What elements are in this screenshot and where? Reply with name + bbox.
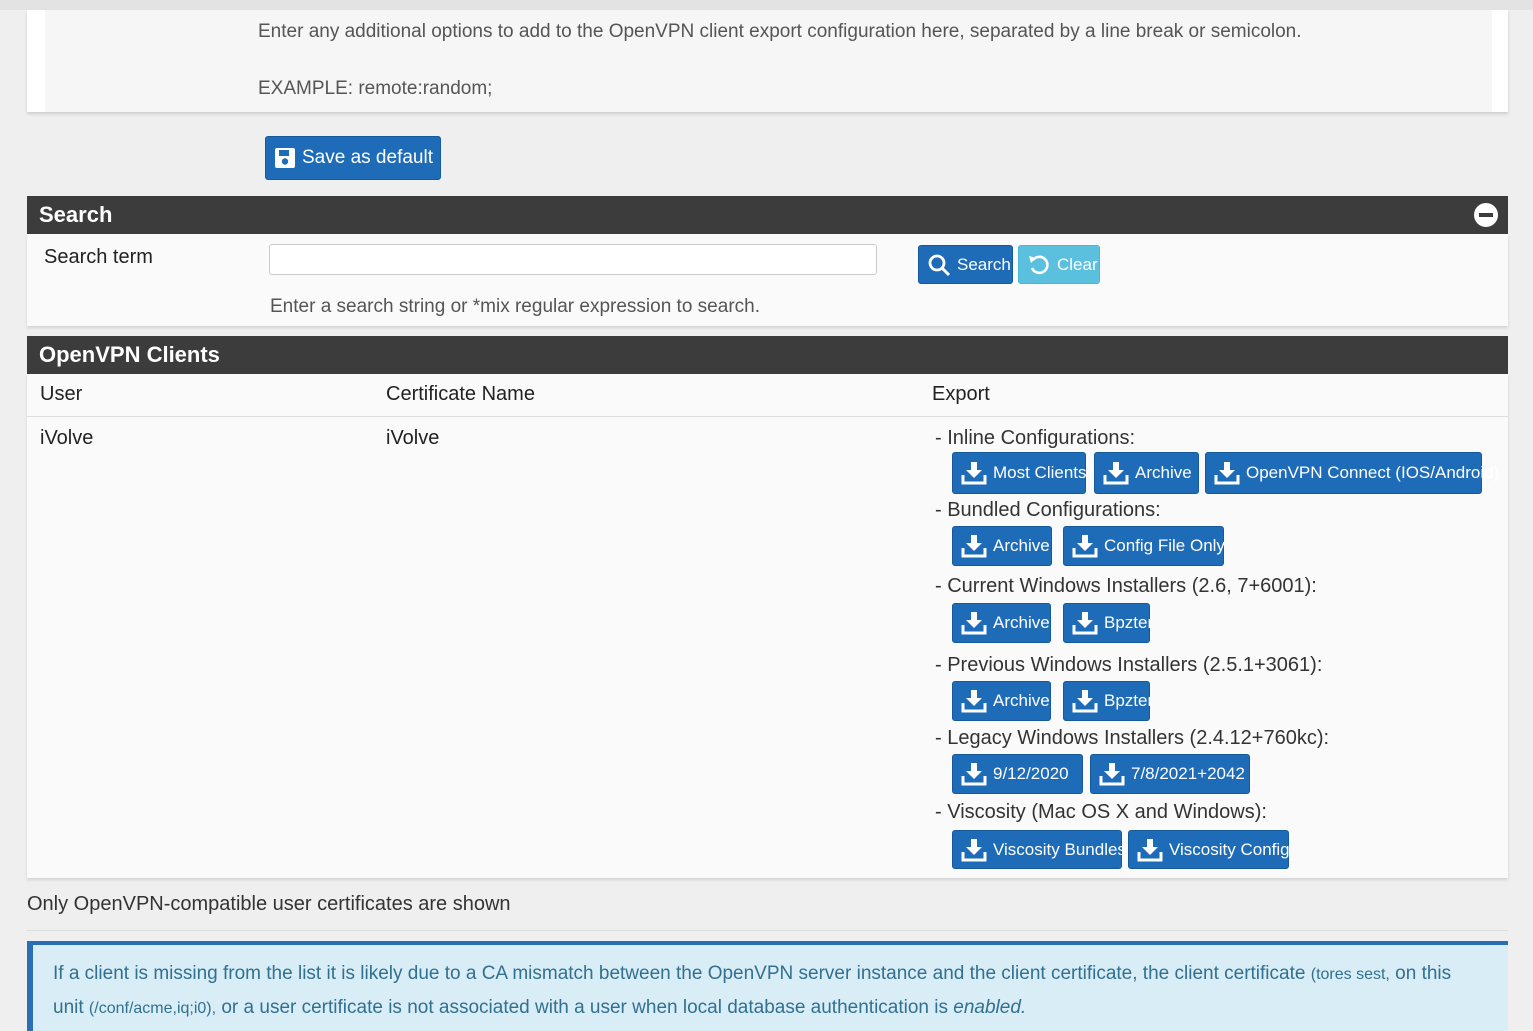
inline-most-clients-button[interactable]: Most Clients bbox=[952, 452, 1087, 494]
download-icon bbox=[961, 763, 987, 786]
search-section-header: Search bbox=[27, 196, 1508, 234]
clear-button[interactable]: Clear bbox=[1018, 245, 1100, 284]
search-term-label: Search term bbox=[44, 246, 153, 268]
download-icon bbox=[961, 612, 987, 635]
current-windows-installer-button[interactable]: Bpzter bbox=[1063, 603, 1154, 643]
group-legacy-windows-label: - Legacy Windows Installers (2.4.12+760k… bbox=[935, 727, 1330, 749]
advanced-help-line2: EXAMPLE: remote:random; bbox=[258, 78, 493, 99]
current-windows-installer-label: Bpzter bbox=[1104, 613, 1154, 632]
save-default-button[interactable]: Save as default bbox=[265, 136, 441, 180]
clients-section-title: OpenVPN Clients bbox=[39, 342, 220, 367]
footnote-divider bbox=[27, 930, 1508, 931]
download-icon bbox=[1072, 690, 1098, 713]
info-alert: If a client is missing from the list it … bbox=[27, 941, 1508, 1031]
search-button[interactable]: Search bbox=[918, 245, 1013, 284]
inline-openvpn-connect-button[interactable]: OpenVPN Connect (IOS/Android) bbox=[1205, 452, 1499, 494]
alert-text-4: or a user certificate is not associated … bbox=[221, 997, 948, 1018]
group-inline-label: - Inline Configurations: bbox=[935, 427, 1136, 449]
viscosity-config-label: Viscosity Config bbox=[1169, 839, 1290, 859]
row-user: iVolve bbox=[40, 427, 94, 449]
alert-text-2: on this bbox=[1395, 963, 1452, 984]
column-header-export: Export bbox=[932, 383, 990, 405]
alert-text-3: unit bbox=[53, 997, 84, 1018]
previous-windows-archive-button[interactable]: Archive bbox=[952, 681, 1051, 721]
download-icon bbox=[961, 690, 987, 713]
footnote-text: Only OpenVPN-compatible user certificate… bbox=[27, 893, 511, 915]
download-icon bbox=[1072, 612, 1098, 635]
legacy-windows-2021-button[interactable]: 7/8/2021+2042 bbox=[1090, 754, 1250, 794]
column-header-user: User bbox=[40, 383, 83, 405]
viscosity-bundles-label: Viscosity Bundles bbox=[993, 839, 1126, 859]
undo-icon bbox=[1029, 255, 1049, 274]
inline-archive-label: Archive bbox=[1135, 463, 1192, 482]
collapse-icon[interactable] bbox=[1474, 203, 1498, 227]
legacy-windows-2020-label: 9/12/2020 bbox=[993, 764, 1069, 783]
download-icon bbox=[961, 838, 987, 861]
search-input[interactable] bbox=[269, 244, 877, 275]
previous-windows-archive-label: Archive bbox=[993, 691, 1050, 710]
download-icon bbox=[961, 535, 987, 558]
save-icon bbox=[275, 148, 295, 168]
download-icon bbox=[1072, 535, 1098, 558]
search-icon bbox=[928, 254, 951, 276]
group-previous-windows-label: - Previous Windows Installers (2.5.1+306… bbox=[935, 654, 1323, 676]
download-icon bbox=[1137, 838, 1163, 861]
bundled-config-file-button[interactable]: Config File Only bbox=[1063, 526, 1225, 566]
search-button-label: Search bbox=[957, 254, 1011, 274]
group-viscosity-label: - Viscosity (Mac OS X and Windows): bbox=[935, 801, 1267, 823]
download-icon bbox=[1214, 462, 1240, 485]
legacy-windows-2021-label: 7/8/2021+2042 bbox=[1131, 764, 1245, 783]
inline-openvpn-connect-label: OpenVPN Connect (IOS/Android) bbox=[1246, 463, 1500, 482]
search-section-title: Search bbox=[39, 202, 113, 227]
column-header-certificate: Certificate Name bbox=[386, 383, 535, 405]
download-icon bbox=[1099, 763, 1125, 786]
advanced-help-line1: Enter any additional options to add to t… bbox=[258, 21, 1302, 42]
alert-text-1: If a client is missing from the list it … bbox=[53, 963, 1306, 984]
table-header-divider bbox=[27, 416, 1508, 417]
previous-windows-installer-button[interactable]: Bpzter bbox=[1063, 681, 1154, 721]
bundled-archive-button[interactable]: Archive bbox=[952, 526, 1052, 566]
top-strip bbox=[0, 0, 1533, 10]
download-icon bbox=[961, 462, 987, 485]
clients-section-header: OpenVPN Clients bbox=[27, 336, 1508, 374]
group-bundled-label: - Bundled Configurations: bbox=[935, 499, 1161, 521]
legacy-windows-2020-button[interactable]: 9/12/2020 bbox=[952, 754, 1083, 794]
clients-section-body bbox=[27, 374, 1508, 878]
alert-small-2: (/conf/acme,iq;i0), bbox=[88, 1000, 217, 1017]
alert-emphasis: enabled. bbox=[953, 997, 1027, 1018]
group-current-windows-label: - Current Windows Installers (2.6, 7+600… bbox=[935, 575, 1317, 597]
inline-archive-button[interactable]: Archive bbox=[1094, 452, 1199, 494]
current-windows-archive-button[interactable]: Archive bbox=[952, 603, 1051, 643]
search-help-text: Enter a search string or *mix regular ex… bbox=[270, 296, 760, 317]
bundled-archive-label: Archive bbox=[993, 536, 1050, 555]
alert-small-1: (tores sest, bbox=[1310, 966, 1390, 983]
download-icon bbox=[1103, 462, 1129, 485]
save-default-label: Save as default bbox=[302, 147, 433, 168]
viscosity-config-button[interactable]: Viscosity Config bbox=[1128, 830, 1290, 869]
row-certificate: iVolve bbox=[386, 427, 440, 449]
previous-windows-installer-label: Bpzter bbox=[1104, 691, 1154, 710]
viscosity-bundles-button[interactable]: Viscosity Bundles bbox=[952, 830, 1126, 869]
inline-most-clients-label: Most Clients bbox=[993, 463, 1087, 482]
bundled-config-file-label: Config File Only bbox=[1104, 536, 1225, 555]
current-windows-archive-label: Archive bbox=[993, 613, 1050, 632]
clear-button-label: Clear bbox=[1057, 254, 1098, 274]
